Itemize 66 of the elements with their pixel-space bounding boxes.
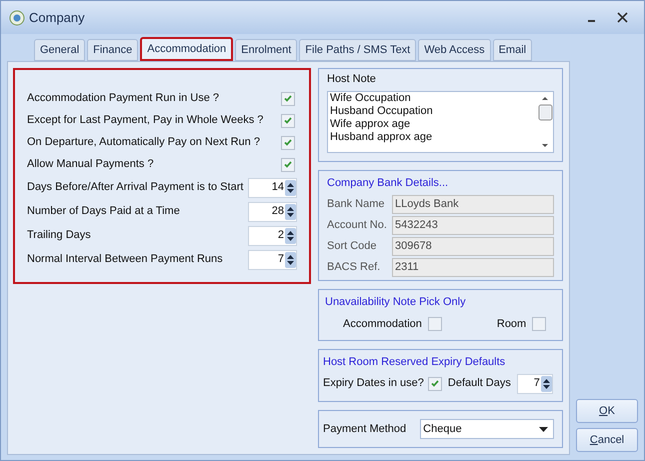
checkmark-icon — [430, 380, 439, 387]
app-logo-icon — [9, 10, 25, 26]
tab[interactable]: General — [34, 39, 86, 61]
dialog-button[interactable]: OK — [576, 399, 638, 423]
close-icon[interactable] — [617, 12, 628, 23]
setting-label: Accommodation Payment Run in Use ? — [27, 91, 219, 106]
bank-field[interactable]: 309678 — [392, 236, 554, 256]
spin-arrows-icon — [285, 180, 296, 196]
group-title: Unavailability Note Pick Only — [325, 295, 467, 310]
field-label: Account No. — [327, 218, 388, 233]
host-note-list[interactable]: Wife Occupation Husband Occupation Wife approx age Husband approx age — [327, 90, 554, 152]
tab[interactable]: Finance — [87, 39, 138, 61]
spin-arrows-icon — [540, 376, 552, 392]
setting-label: Number of Days Paid at a Time — [27, 204, 180, 220]
spin-arrows-icon — [285, 228, 296, 244]
setting-label: Allow Manual Payments ? — [27, 157, 154, 172]
setting-label: On Departure, Automatically Pay on Next Run ? — [27, 135, 260, 150]
setting-label: Days Before/After Arrival Payment is to Start — [27, 180, 244, 196]
checkbox[interactable] — [281, 136, 295, 150]
checkbox[interactable] — [281, 92, 295, 106]
tab[interactable]: File Paths / SMS Text — [299, 39, 416, 61]
tab[interactable]: Email — [492, 39, 532, 61]
option-label: Default Days — [448, 376, 511, 392]
note-line: Husband Occupation — [330, 104, 434, 118]
field-label: BACS Ref. — [327, 260, 382, 275]
setting-label: Except for Last Payment, Pay in Whole Weeks ? — [27, 113, 264, 128]
tab[interactable]: Accommodation — [140, 37, 234, 61]
checkbox[interactable] — [428, 376, 442, 390]
option-label: Room — [496, 316, 526, 332]
dialog-button[interactable]: Cancel — [576, 428, 638, 452]
checkbox[interactable] — [532, 316, 546, 331]
bank-field[interactable]: 5432243 — [392, 216, 554, 234]
group-title: Host Room Reserved Expiry Defaults — [323, 355, 506, 370]
window-title: Company — [29, 8, 86, 27]
option-label: Expiry Dates in use? — [323, 376, 424, 392]
spinner-field[interactable]: 7 — [516, 374, 553, 394]
option-label: Accommodation — [343, 316, 422, 332]
group-title: Host Note — [327, 72, 377, 87]
payment-method-dropdown[interactable]: Cheque — [420, 419, 554, 439]
setting-label: Normal Interval Between Payment Runs — [27, 252, 223, 268]
checkmark-icon — [284, 117, 292, 124]
note-line: Wife approx age — [330, 118, 412, 130]
field-label: Bank Name — [327, 196, 386, 212]
checkmark-icon — [284, 139, 292, 146]
checkmark-icon — [284, 95, 292, 102]
spin-arrows-icon — [285, 204, 296, 220]
note-line: Husband approx age — [330, 130, 434, 144]
tab[interactable]: Web Access — [418, 39, 491, 61]
group-title: Company Bank Details... — [327, 176, 450, 191]
field-label: Sort Code — [327, 238, 378, 254]
spin-arrows-icon — [285, 252, 296, 268]
tab[interactable]: Enrolment — [235, 39, 298, 61]
spinner-field[interactable]: 28 — [248, 202, 297, 222]
bank-field[interactable]: LLoyds Bank — [392, 194, 554, 214]
dropdown-arrow-icon — [539, 426, 548, 432]
setting-label: Trailing Days — [27, 228, 91, 244]
checkbox[interactable] — [281, 158, 295, 172]
spinner-field[interactable]: 14 — [248, 178, 297, 198]
checkbox[interactable] — [428, 316, 442, 331]
checkmark-icon — [284, 161, 292, 168]
note-line: Wife Occupation — [330, 92, 412, 104]
spinner-field[interactable]: 7 — [248, 250, 297, 270]
field-label: Payment Method — [323, 422, 406, 437]
bank-field[interactable]: 2311 — [392, 258, 554, 276]
spinner-field[interactable]: 2 — [248, 226, 297, 246]
checkbox[interactable] — [281, 114, 295, 128]
